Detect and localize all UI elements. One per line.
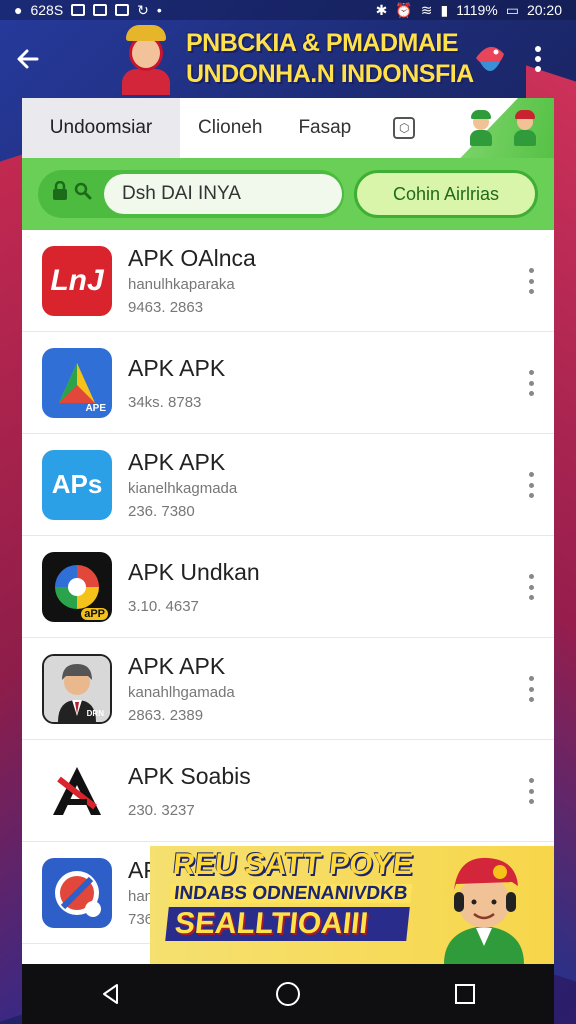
- search-strip: Cohin Airlrias: [22, 158, 554, 230]
- app-name: APK APK: [128, 653, 226, 679]
- nav-home-button[interactable]: [258, 964, 318, 1024]
- shield-app-icon: [42, 857, 112, 928]
- status-bar: ● 628S ↻ • ✱ ⏰ ≋ ▮ 1119% ▭ 20:20: [0, 0, 576, 20]
- banner-title-line1: PNBCKIA & PMADMAIE: [186, 29, 459, 57]
- tab-bar: Undoomsiar Clioneh Fasap ⬡: [22, 98, 554, 158]
- search-box: [38, 170, 344, 218]
- item-menu-icon[interactable]: [528, 574, 534, 600]
- list-item[interactable]: LnJ APK OAlnca hanulhkaparaka 9463. 2863: [22, 230, 554, 332]
- nav-home-icon: [275, 982, 300, 1006]
- search-icon: [74, 182, 92, 206]
- dot-icon: •: [156, 2, 162, 18]
- battery-icon: ▭: [505, 1, 519, 18]
- tab-shield[interactable]: ⬡: [369, 98, 433, 158]
- back-button[interactable]: [0, 20, 56, 98]
- list-item[interactable]: APs APK APK kianelhkagmada 236. 7380: [22, 434, 554, 536]
- list-item[interactable]: APK Soabis 230. 3237: [22, 740, 554, 842]
- app-name: APK OAlnca: [128, 245, 256, 271]
- app-list: LnJ APK OAlnca hanulhkaparaka 9463. 2863…: [22, 230, 554, 944]
- overflow-menu-icon[interactable]: [522, 44, 554, 74]
- list-item[interactable]: DRN APK APK kanahlhgamada 2863. 2389: [22, 638, 554, 740]
- triangle-app-icon: APE: [42, 347, 112, 418]
- figure-green-icon: [466, 110, 496, 148]
- app-notification-icon: [115, 4, 130, 16]
- header-banner: PNBCKIA & PMADMAIE UNDONHA.N INDONSFIA: [0, 20, 576, 98]
- search-input[interactable]: [104, 174, 342, 214]
- notification-dot-icon: ●: [14, 2, 23, 18]
- item-menu-icon[interactable]: [528, 370, 534, 396]
- app-meta: 236. 7380: [128, 503, 195, 520]
- a-logo-app-icon: [42, 755, 112, 826]
- tab-undoomsiar[interactable]: Undoomsiar: [22, 98, 180, 158]
- item-menu-icon[interactable]: [528, 268, 534, 294]
- signal-icon: ▮: [440, 1, 449, 18]
- bird-icon: [476, 46, 504, 71]
- image-notification-icon: [93, 4, 108, 16]
- navigation-bar: [22, 964, 554, 1024]
- app-name: APK APK: [128, 449, 226, 475]
- status-left-text: 628S: [30, 2, 64, 18]
- app-meta: 230. 3237: [128, 801, 195, 819]
- app-subtitle: kanahlhgamada: [128, 684, 235, 701]
- app-subtitle: kianelhkagmada: [128, 480, 238, 497]
- nav-back-button[interactable]: [81, 964, 141, 1024]
- list-item[interactable]: aPP APK Undkan 3.10. 4637: [22, 536, 554, 638]
- tab-label: Undoomsiar: [49, 117, 153, 138]
- tab-label: Clioneh: [198, 117, 263, 138]
- figure-red-icon: [510, 110, 540, 148]
- mascot-illustration: [114, 23, 176, 95]
- item-menu-icon[interactable]: [528, 778, 534, 804]
- bluetooth-icon: ✱: [375, 1, 388, 18]
- list-item[interactable]: APE APK APK 34ks. 8783: [22, 332, 554, 434]
- app-meta: 34ks. 8783: [128, 393, 202, 411]
- aps-chat-app-icon: APs: [42, 449, 112, 520]
- tab-label: Fasap: [298, 117, 352, 138]
- main-panel: Undoomsiar Clioneh Fasap ⬡ Cohin A: [22, 98, 554, 964]
- promo-line3: SEALLTIOAIII: [165, 907, 411, 941]
- wifi-icon: ≋: [420, 1, 433, 18]
- lnl-app-icon: LnJ: [42, 245, 112, 316]
- tab-clioneh[interactable]: Clioneh: [180, 98, 280, 158]
- app-subtitle: hanulhkaparaka: [128, 276, 235, 293]
- color-ring-app-icon: aPP: [42, 551, 112, 622]
- promo-person-illustration: [444, 857, 524, 964]
- notification-box-icon: [71, 4, 86, 16]
- promo-line1: REU SATT POYE: [171, 848, 415, 881]
- app-name: APK Undkan: [128, 558, 260, 585]
- banner-title: PNBCKIA & PMADMAIE UNDONHA.N INDONSFIA: [186, 31, 474, 87]
- status-left: ● 628S ↻ •: [14, 2, 162, 19]
- item-menu-icon[interactable]: [528, 472, 534, 498]
- lock-icon: [52, 180, 68, 207]
- app-meta: 9463. 2863: [128, 299, 204, 316]
- item-menu-icon[interactable]: [528, 676, 534, 702]
- avatar-man-app-icon: DRN: [42, 653, 112, 724]
- battery-text: 1119%: [456, 2, 498, 18]
- app-meta: 2863. 2389: [128, 707, 204, 724]
- tab-fasap[interactable]: Fasap: [280, 98, 369, 158]
- app-name: APK Soabis: [128, 762, 251, 789]
- promo-text: REU SATT POYE INDABS ODNENANIVDKB SEALLT…: [165, 848, 416, 941]
- banner-title-line2: UNDONHA.N INDONSFIA: [186, 60, 474, 88]
- clock: 20:20: [526, 2, 562, 18]
- sync-icon: ↻: [137, 1, 149, 18]
- nav-recents-icon: [455, 984, 476, 1004]
- nav-back-icon: [102, 984, 118, 1004]
- promo-line2: INDABS ODNENANIVDKB: [169, 883, 413, 904]
- search-action-button[interactable]: Cohin Airlrias: [354, 170, 538, 218]
- alarm-icon: ⏰: [395, 1, 413, 18]
- status-right: ✱ ⏰ ≋ ▮ 1119% ▭ 20:20: [376, 2, 562, 19]
- back-arrow-icon: [17, 49, 39, 69]
- shield-icon: ⬡: [393, 117, 416, 139]
- app-meta: 3.10. 4637: [128, 597, 199, 615]
- promo-banner[interactable]: REU SATT POYE INDABS ODNENANIVDKB SEALLT…: [150, 846, 554, 964]
- app-name: APK APK: [128, 354, 226, 381]
- nav-recents-button[interactable]: [435, 964, 495, 1024]
